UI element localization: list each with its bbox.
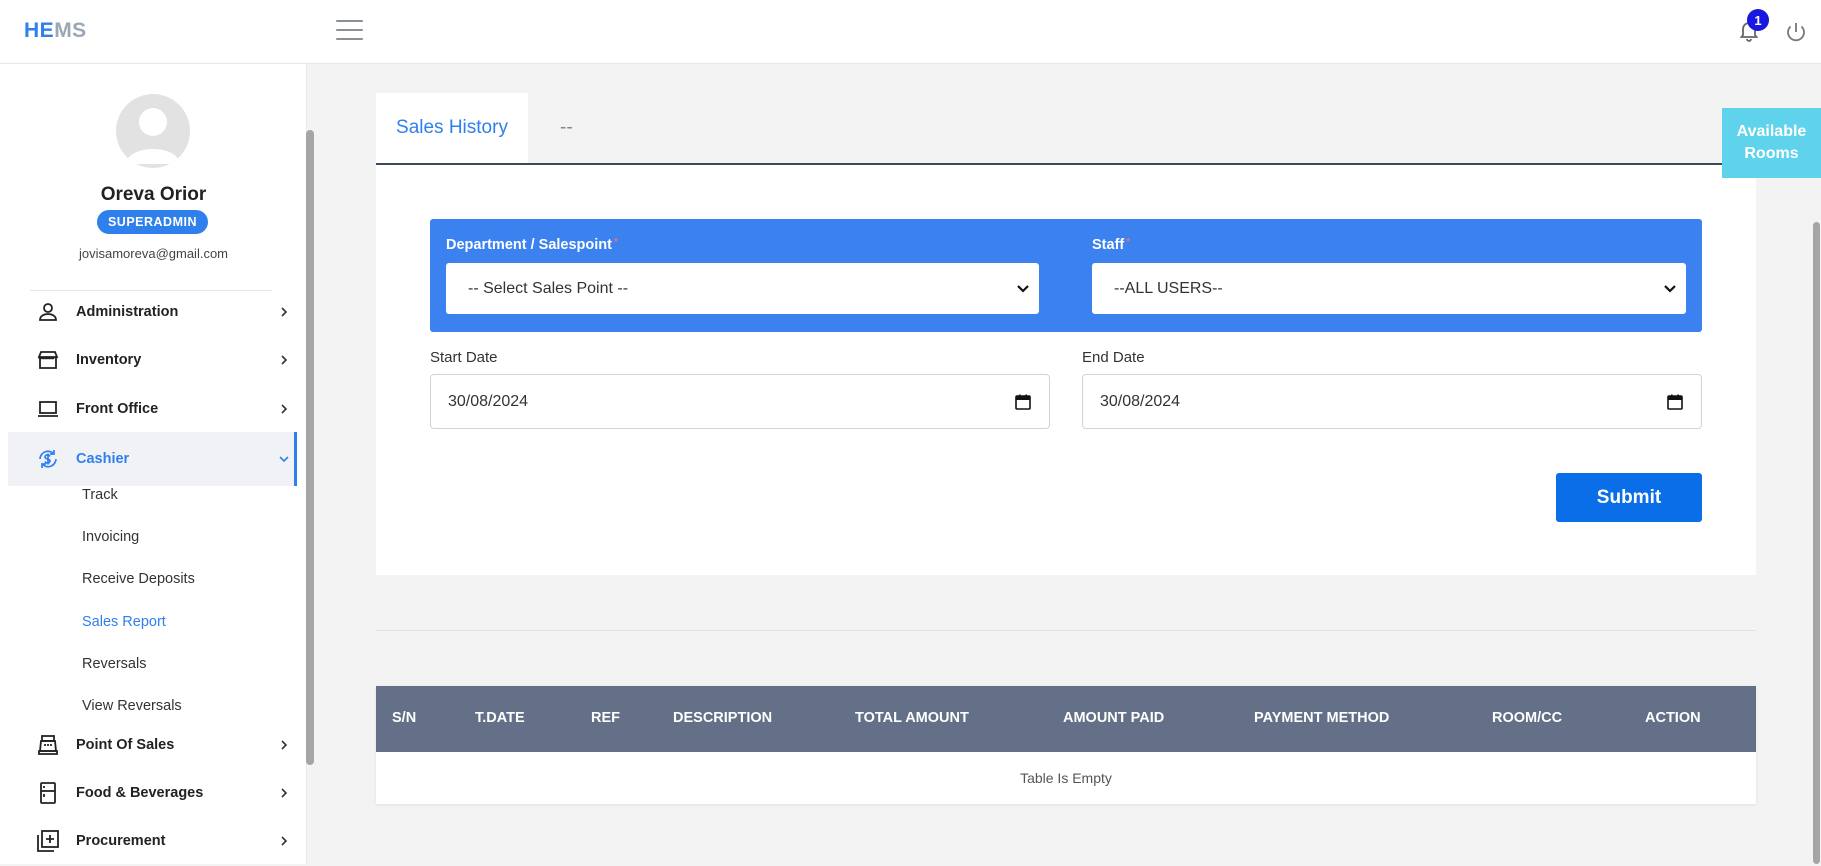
- end-date-value: 30/08/2024: [1100, 392, 1181, 410]
- filter-form-card: Department / Salespoint * -- Select Sales…: [376, 165, 1756, 575]
- tab-sales-history[interactable]: Sales History: [376, 93, 528, 163]
- department-label: Department / Salespoint *: [446, 237, 618, 253]
- power-icon[interactable]: [1784, 20, 1810, 46]
- end-date-input[interactable]: 30/08/2024: [1082, 374, 1702, 429]
- sidebar-item-label: Administration: [76, 304, 179, 320]
- sidebar-item-point-of-sales[interactable]: Point Of Sales: [8, 720, 297, 770]
- role-badge: SUPERADMIN: [97, 210, 208, 234]
- add-box-icon: [37, 830, 59, 852]
- department-select[interactable]: -- Select Sales Point --: [446, 263, 1039, 314]
- chevron-right-icon: [281, 404, 288, 414]
- user-icon: [39, 303, 57, 321]
- avatar: [116, 94, 190, 168]
- hamburger-icon[interactable]: [336, 20, 363, 42]
- sidebar-item-front-office[interactable]: Front Office: [8, 384, 297, 434]
- sidebar-item-procurement[interactable]: Procurement: [8, 816, 297, 866]
- filter-panel: Department / Salespoint * -- Select Sales…: [430, 219, 1702, 332]
- store-icon: [37, 351, 59, 369]
- chevron-right-icon: [281, 307, 288, 317]
- column-header-tdate[interactable]: T.DATE: [475, 710, 525, 726]
- sidebar-item-administration[interactable]: Administration: [8, 287, 297, 337]
- chevron-down-icon: [279, 456, 289, 463]
- staff-select-value: --ALL USERS--: [1114, 279, 1223, 297]
- app-logo[interactable]: HEMS: [24, 19, 87, 43]
- logo-ms: MS: [54, 19, 87, 42]
- department-select-value: -- Select Sales Point --: [468, 279, 629, 297]
- sidebar-item-label: Procurement: [76, 833, 166, 849]
- sidebar-item-food-beverages[interactable]: Food & Beverages: [8, 768, 297, 818]
- column-header-action[interactable]: ACTION: [1645, 710, 1701, 726]
- end-date-label: End Date: [1082, 349, 1145, 366]
- column-header-sn[interactable]: S/N: [392, 710, 416, 726]
- section-divider: [376, 630, 1756, 631]
- user-name: Oreva Orior: [100, 184, 207, 205]
- tab-other[interactable]: --: [560, 93, 573, 163]
- column-header-amount-paid[interactable]: AMOUNT PAID: [1063, 710, 1164, 726]
- sidebar-subitem-track[interactable]: Track: [82, 487, 118, 503]
- chevron-right-icon: [281, 740, 288, 750]
- staff-select[interactable]: --ALL USERS--: [1092, 263, 1686, 314]
- logo-he: HE: [24, 19, 55, 42]
- calendar-icon[interactable]: [1015, 394, 1031, 410]
- main-scrollbar[interactable]: [1813, 222, 1820, 864]
- column-header-total-amount[interactable]: TOTAL AMOUNT: [855, 710, 969, 726]
- sidebar-item-label: Inventory: [76, 352, 142, 368]
- sales-table: S/N T.DATE REF DESCRIPTION TOTAL AMOUNT …: [376, 686, 1756, 804]
- notification-button[interactable]: 1: [1737, 9, 1769, 46]
- chevron-down-icon: [1017, 285, 1029, 293]
- chevron-right-icon: [281, 788, 288, 798]
- sidebar-item-label: Front Office: [76, 401, 159, 417]
- sidebar-subitem-sales-report[interactable]: Sales Report: [82, 614, 166, 630]
- submit-button[interactable]: Submit: [1556, 473, 1702, 522]
- sidebar-item-inventory[interactable]: Inventory: [8, 335, 297, 385]
- user-email: jovisamoreva@gmail.com: [78, 246, 229, 261]
- chevron-right-icon: [281, 836, 288, 846]
- column-header-ref[interactable]: REF: [591, 710, 620, 726]
- start-date-input[interactable]: 30/08/2024: [430, 374, 1050, 429]
- sidebar-item-label: Point Of Sales: [76, 737, 175, 753]
- tab-bar: Sales History --: [376, 93, 1756, 165]
- sidebar-item-cashier[interactable]: Cashier: [8, 432, 297, 486]
- staff-label: Staff *: [1092, 237, 1131, 253]
- calendar-icon[interactable]: [1667, 394, 1683, 410]
- start-date-value: 30/08/2024: [448, 392, 529, 410]
- chevron-right-icon: [281, 355, 288, 365]
- available-rooms-button[interactable]: Available Rooms: [1722, 108, 1821, 178]
- column-header-room-cc[interactable]: ROOM/CC: [1492, 710, 1562, 726]
- sidebar-item-label: Food & Beverages: [76, 785, 204, 801]
- laptop-icon: [38, 401, 58, 417]
- sidebar: Oreva Orior SUPERADMIN jovisamoreva@gmai…: [0, 64, 307, 864]
- sidebar-subitem-view-reversals[interactable]: View Reversals: [82, 698, 182, 714]
- sidebar-subitem-reversals[interactable]: Reversals: [82, 656, 146, 672]
- sidebar-item-label: Cashier: [76, 451, 130, 467]
- start-date-label: Start Date: [430, 349, 498, 366]
- top-bar: HEMS 1: [0, 0, 1821, 64]
- sidebar-subitem-receive-deposits[interactable]: Receive Deposits: [82, 571, 195, 587]
- table-header: S/N T.DATE REF DESCRIPTION TOTAL AMOUNT …: [376, 686, 1756, 752]
- notification-badge: 1: [1747, 9, 1769, 31]
- chevron-down-icon: [1664, 285, 1676, 293]
- column-header-description[interactable]: DESCRIPTION: [673, 710, 772, 726]
- fridge-icon: [40, 782, 56, 804]
- column-header-payment-method[interactable]: PAYMENT METHOD: [1254, 710, 1389, 726]
- pos-icon: [38, 735, 58, 755]
- sidebar-subitem-invoicing[interactable]: Invoicing: [82, 529, 139, 545]
- cashier-icon: [39, 450, 57, 468]
- table-empty-message: Table Is Empty: [1020, 770, 1112, 786]
- sidebar-scrollbar[interactable]: [306, 130, 314, 765]
